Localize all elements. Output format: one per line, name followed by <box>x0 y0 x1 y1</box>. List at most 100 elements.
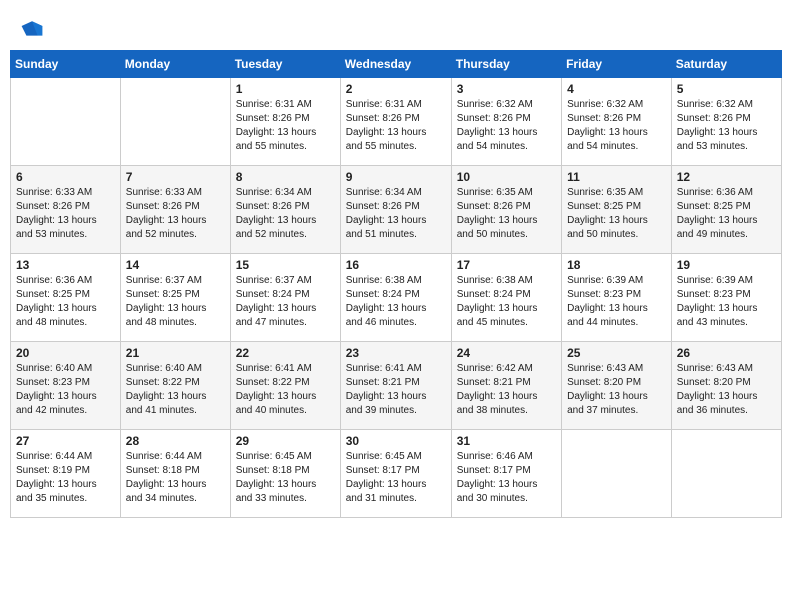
calendar-cell: 22 Sunrise: 6:41 AM Sunset: 8:22 PM Dayli… <box>230 342 340 430</box>
day-number: 2 <box>346 82 446 96</box>
day-info: Sunrise: 6:38 AM Sunset: 8:24 PM Dayligh… <box>457 274 556 330</box>
day-number: 14 <box>126 258 225 272</box>
calendar-week-5: 27 Sunrise: 6:44 AM Sunset: 8:19 PM Dayli… <box>11 430 782 518</box>
day-number: 30 <box>346 434 446 448</box>
day-number: 22 <box>236 346 335 360</box>
day-info: Sunrise: 6:41 AM Sunset: 8:22 PM Dayligh… <box>236 362 335 418</box>
calendar-table: SundayMondayTuesdayWednesdayThursdayFrid… <box>10 50 782 518</box>
calendar-cell: 18 Sunrise: 6:39 AM Sunset: 8:23 PM Dayli… <box>562 254 672 342</box>
calendar-cell: 29Sunrise: 6:45 AM Sunset: 8:18 PM Dayli… <box>230 430 340 518</box>
day-info: Sunrise: 6:32 AM Sunset: 8:26 PM Dayligh… <box>457 98 556 154</box>
calendar-cell: 4 Sunrise: 6:32 AM Sunset: 8:26 PM Daylig… <box>562 78 672 166</box>
day-number: 26 <box>677 346 776 360</box>
calendar-cell: 24 Sunrise: 6:42 AM Sunset: 8:21 PM Dayli… <box>451 342 561 430</box>
weekday-header-saturday: Saturday <box>671 51 781 78</box>
day-number: 11 <box>567 170 666 184</box>
day-number: 18 <box>567 258 666 272</box>
calendar-cell: 21Sunrise: 6:40 AM Sunset: 8:22 PM Dayli… <box>120 342 230 430</box>
calendar-cell: 3 Sunrise: 6:32 AM Sunset: 8:26 PM Daylig… <box>451 78 561 166</box>
day-info: Sunrise: 6:45 AM Sunset: 8:17 PM Dayligh… <box>346 450 446 506</box>
day-info: Sunrise: 6:38 AM Sunset: 8:24 PM Dayligh… <box>346 274 446 330</box>
day-info: Sunrise: 6:32 AM Sunset: 8:26 PM Dayligh… <box>677 98 776 154</box>
day-info: Sunrise: 6:33 AM Sunset: 8:26 PM Dayligh… <box>126 186 225 242</box>
day-info: Sunrise: 6:36 AM Sunset: 8:25 PM Dayligh… <box>16 274 115 330</box>
day-info: Sunrise: 6:39 AM Sunset: 8:23 PM Dayligh… <box>567 274 666 330</box>
day-number: 21 <box>126 346 225 360</box>
calendar-cell: 15Sunrise: 6:37 AM Sunset: 8:24 PM Dayli… <box>230 254 340 342</box>
weekday-header-tuesday: Tuesday <box>230 51 340 78</box>
day-number: 16 <box>346 258 446 272</box>
day-info: Sunrise: 6:40 AM Sunset: 8:23 PM Dayligh… <box>16 362 115 418</box>
calendar-cell: 17 Sunrise: 6:38 AM Sunset: 8:24 PM Dayli… <box>451 254 561 342</box>
calendar-week-1: 1 Sunrise: 6:31 AM Sunset: 8:26 PM Daylig… <box>11 78 782 166</box>
day-number: 3 <box>457 82 556 96</box>
calendar-week-4: 20 Sunrise: 6:40 AM Sunset: 8:23 PM Dayli… <box>11 342 782 430</box>
day-info: Sunrise: 6:44 AM Sunset: 8:19 PM Dayligh… <box>16 450 115 506</box>
day-info: Sunrise: 6:31 AM Sunset: 8:26 PM Dayligh… <box>346 98 446 154</box>
calendar-cell: 2 Sunrise: 6:31 AM Sunset: 8:26 PM Daylig… <box>340 78 451 166</box>
day-number: 28 <box>126 434 225 448</box>
calendar-cell <box>562 430 672 518</box>
calendar-cell: 26 Sunrise: 6:43 AM Sunset: 8:20 PM Dayli… <box>671 342 781 430</box>
calendar-cell <box>671 430 781 518</box>
page-header <box>10 10 782 46</box>
day-info: Sunrise: 6:41 AM Sunset: 8:21 PM Dayligh… <box>346 362 446 418</box>
day-number: 19 <box>677 258 776 272</box>
calendar-cell: 7Sunrise: 6:33 AM Sunset: 8:26 PM Daylig… <box>120 166 230 254</box>
day-info: Sunrise: 6:34 AM Sunset: 8:26 PM Dayligh… <box>236 186 335 242</box>
weekday-header-sunday: Sunday <box>11 51 121 78</box>
day-info: Sunrise: 6:42 AM Sunset: 8:21 PM Dayligh… <box>457 362 556 418</box>
calendar-cell: 5 Sunrise: 6:32 AM Sunset: 8:26 PM Daylig… <box>671 78 781 166</box>
day-info: Sunrise: 6:35 AM Sunset: 8:26 PM Dayligh… <box>457 186 556 242</box>
day-info: Sunrise: 6:43 AM Sunset: 8:20 PM Dayligh… <box>567 362 666 418</box>
calendar-cell <box>120 78 230 166</box>
logo-icon <box>20 18 44 42</box>
day-info: Sunrise: 6:45 AM Sunset: 8:18 PM Dayligh… <box>236 450 335 506</box>
calendar-cell: 25 Sunrise: 6:43 AM Sunset: 8:20 PM Dayli… <box>562 342 672 430</box>
day-number: 17 <box>457 258 556 272</box>
calendar-cell: 10Sunrise: 6:35 AM Sunset: 8:26 PM Dayli… <box>451 166 561 254</box>
day-number: 12 <box>677 170 776 184</box>
calendar-week-2: 6Sunrise: 6:33 AM Sunset: 8:26 PM Daylig… <box>11 166 782 254</box>
calendar-cell: 1 Sunrise: 6:31 AM Sunset: 8:26 PM Daylig… <box>230 78 340 166</box>
calendar-cell: 16 Sunrise: 6:38 AM Sunset: 8:24 PM Dayli… <box>340 254 451 342</box>
day-number: 8 <box>236 170 335 184</box>
day-info: Sunrise: 6:43 AM Sunset: 8:20 PM Dayligh… <box>677 362 776 418</box>
day-number: 5 <box>677 82 776 96</box>
calendar-cell: 11 Sunrise: 6:35 AM Sunset: 8:25 PM Dayli… <box>562 166 672 254</box>
day-number: 1 <box>236 82 335 96</box>
day-number: 20 <box>16 346 115 360</box>
calendar-cell: 20 Sunrise: 6:40 AM Sunset: 8:23 PM Dayli… <box>11 342 121 430</box>
weekday-header-monday: Monday <box>120 51 230 78</box>
day-number: 24 <box>457 346 556 360</box>
day-number: 9 <box>346 170 446 184</box>
day-info: Sunrise: 6:36 AM Sunset: 8:25 PM Dayligh… <box>677 186 776 242</box>
calendar-cell: 6Sunrise: 6:33 AM Sunset: 8:26 PM Daylig… <box>11 166 121 254</box>
calendar-cell: 13 Sunrise: 6:36 AM Sunset: 8:25 PM Dayli… <box>11 254 121 342</box>
calendar-cell: 23 Sunrise: 6:41 AM Sunset: 8:21 PM Dayli… <box>340 342 451 430</box>
day-info: Sunrise: 6:31 AM Sunset: 8:26 PM Dayligh… <box>236 98 335 154</box>
day-number: 4 <box>567 82 666 96</box>
calendar-cell: 8 Sunrise: 6:34 AM Sunset: 8:26 PM Daylig… <box>230 166 340 254</box>
calendar-cell: 31 Sunrise: 6:46 AM Sunset: 8:17 PM Dayli… <box>451 430 561 518</box>
day-info: Sunrise: 6:46 AM Sunset: 8:17 PM Dayligh… <box>457 450 556 506</box>
logo <box>20 18 48 42</box>
day-number: 15 <box>236 258 335 272</box>
calendar-cell: 30 Sunrise: 6:45 AM Sunset: 8:17 PM Dayli… <box>340 430 451 518</box>
calendar-cell: 19Sunrise: 6:39 AM Sunset: 8:23 PM Dayli… <box>671 254 781 342</box>
day-info: Sunrise: 6:35 AM Sunset: 8:25 PM Dayligh… <box>567 186 666 242</box>
calendar-cell: 9 Sunrise: 6:34 AM Sunset: 8:26 PM Daylig… <box>340 166 451 254</box>
day-info: Sunrise: 6:34 AM Sunset: 8:26 PM Dayligh… <box>346 186 446 242</box>
day-number: 27 <box>16 434 115 448</box>
weekday-header-wednesday: Wednesday <box>340 51 451 78</box>
day-number: 13 <box>16 258 115 272</box>
calendar-cell: 27 Sunrise: 6:44 AM Sunset: 8:19 PM Dayli… <box>11 430 121 518</box>
calendar-cell: 12 Sunrise: 6:36 AM Sunset: 8:25 PM Dayli… <box>671 166 781 254</box>
day-number: 23 <box>346 346 446 360</box>
calendar-cell <box>11 78 121 166</box>
day-info: Sunrise: 6:32 AM Sunset: 8:26 PM Dayligh… <box>567 98 666 154</box>
day-number: 31 <box>457 434 556 448</box>
day-number: 25 <box>567 346 666 360</box>
calendar-week-3: 13 Sunrise: 6:36 AM Sunset: 8:25 PM Dayli… <box>11 254 782 342</box>
day-info: Sunrise: 6:33 AM Sunset: 8:26 PM Dayligh… <box>16 186 115 242</box>
